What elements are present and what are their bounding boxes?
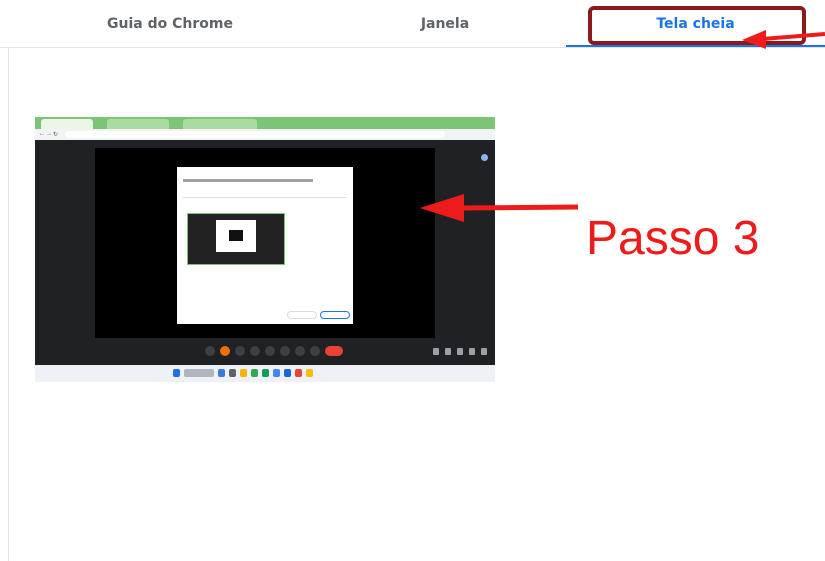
windows-taskbar [35,365,495,382]
nested-dialog-subtitle [183,179,313,182]
emoji-icon [265,346,275,356]
taskbar-app-icons [173,369,313,377]
start-icon [173,369,180,377]
nested-share-button [320,311,350,319]
widgets-icon [229,369,236,377]
nested-preview-content [229,230,243,241]
left-divider [8,48,9,561]
meeting-view [35,140,495,365]
browser-tab [41,119,93,129]
share-tab-bar: Guia do Chrome Janela Tela cheia [0,0,825,48]
info-icon [433,348,439,355]
task-view-icon [218,369,225,377]
chat-icon [457,348,463,355]
nested-cancel-button [287,311,317,319]
nested-preview-window [216,220,256,252]
reload-icon: ↻ [53,132,59,138]
chrome-icon [251,369,258,377]
edge-icon [262,369,269,377]
captions-icon [250,346,260,356]
search-icon [184,369,214,377]
browser-tab-strip [35,117,495,129]
tab-window[interactable]: Janela [340,0,550,48]
browser-tab [183,119,257,129]
file-explorer-icon [240,369,247,377]
nested-dialog-tabs [183,189,347,198]
activities-icon [469,348,475,355]
tab-chrome-tab[interactable]: Guia do Chrome [60,0,280,48]
back-icon: ← [39,131,45,137]
forward-icon: → [46,131,52,137]
nested-share-dialog [177,167,353,324]
preview-pointer-arrow [420,194,578,222]
mail-icon [284,369,291,377]
meeting-badge-icon [481,154,488,161]
more-icon [205,346,215,356]
tab-bar-divider [0,47,825,48]
store-icon [273,369,280,377]
options-icon [310,346,320,356]
camera-icon [235,346,245,356]
screen-preview-thumbnail[interactable]: ← → ↻ [35,117,495,382]
step-label: Passo 3 [586,212,760,265]
hangup-icon [325,346,343,356]
app-icon [295,369,302,377]
people-icon [445,348,451,355]
tab-pointer-arrow [742,30,825,49]
hand-icon [295,346,305,356]
browser-address-row: ← → ↻ [35,129,495,140]
host-controls-icon [481,348,487,355]
meeting-controls [205,346,343,356]
present-icon [280,346,290,356]
nested-screen-preview [187,213,285,265]
mic-icon [220,346,230,356]
meeting-side-icons [433,348,487,355]
app-icon [306,369,313,377]
browser-url-field [65,131,445,138]
nested-tab-divider [183,197,347,198]
browser-tab [107,119,169,129]
screen-share-dialog-page: Guia do Chrome Janela Tela cheia ← → ↻ P… [0,0,825,561]
